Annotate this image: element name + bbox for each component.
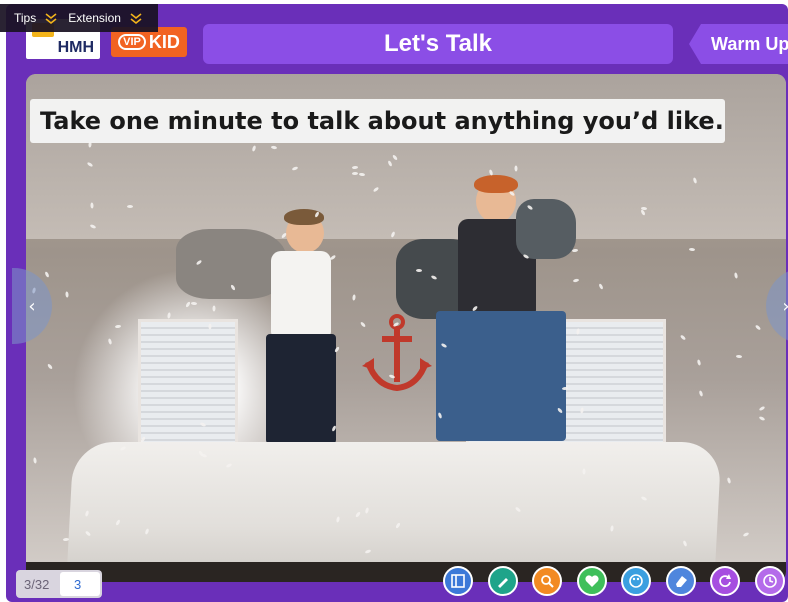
pen-icon — [497, 578, 508, 588]
vipkid-badge: VIP — [118, 34, 146, 50]
page-counter: 3/32 3 — [16, 570, 102, 598]
slide-photo — [26, 74, 786, 582]
feather — [212, 305, 217, 312]
feather — [689, 247, 696, 251]
feather — [742, 531, 749, 537]
kid-left — [176, 209, 346, 449]
feather — [755, 324, 762, 331]
feather — [191, 301, 198, 305]
slide-prompt: Take one minute to talk about anything y… — [30, 99, 725, 143]
feather — [167, 312, 171, 319]
heart-icon — [584, 575, 599, 587]
slide-prompt-text: Take one minute to talk about anything y… — [40, 107, 724, 135]
kid-right-pants — [436, 311, 566, 441]
tool-dock — [443, 566, 785, 598]
feather — [207, 323, 212, 330]
feather — [47, 363, 54, 370]
tips-button[interactable]: Tips — [14, 11, 58, 25]
section-tag-text: Warm Up — [711, 33, 788, 54]
lesson-frame: HMH VIP KID Let's Talk Warm Up Take one … — [6, 4, 788, 602]
feather — [735, 354, 743, 359]
kid-left-shirt — [271, 251, 331, 336]
feather — [90, 202, 94, 209]
feather — [697, 359, 702, 366]
layout-tool-button[interactable] — [443, 566, 473, 596]
extension-button[interactable]: Extension — [68, 11, 143, 25]
refresh-icon — [719, 574, 731, 587]
feather — [598, 283, 604, 291]
timer-tool-button[interactable] — [754, 566, 785, 596]
eraser-icon — [675, 576, 687, 587]
feather — [359, 172, 366, 177]
feather — [698, 389, 704, 397]
feather — [513, 165, 518, 172]
clock-icon — [762, 574, 777, 588]
chevron-left-icon: ‹ — [28, 295, 36, 317]
chevron-down-icon — [130, 13, 142, 25]
vipkid-logo-text: KID — [148, 31, 180, 52]
feather — [115, 324, 122, 329]
tips-toolbar: Tips Extension — [0, 4, 158, 32]
photo-bed — [66, 442, 722, 582]
hmh-logo-text: HMH — [57, 39, 94, 56]
section-tag: Warm Up — [689, 24, 788, 64]
feather — [33, 457, 38, 464]
lesson-title: Let's Talk — [203, 24, 673, 64]
feather — [571, 248, 578, 253]
feather — [127, 204, 134, 208]
feather — [733, 271, 738, 279]
layout-icon — [451, 574, 465, 588]
page-counter-label: 3/32 — [24, 576, 50, 592]
palette-tool-button[interactable] — [621, 566, 651, 596]
extension-label: Extension — [68, 11, 121, 25]
page-number-input[interactable]: 3 — [60, 572, 100, 596]
pen-tool-button[interactable] — [487, 566, 518, 596]
photo-window-left — [138, 319, 238, 459]
magnifier-tool-button[interactable] — [532, 566, 562, 596]
feather — [44, 271, 50, 279]
pillow-right-2 — [516, 199, 576, 259]
chevron-down-icon — [45, 13, 57, 25]
lesson-title-text: Let's Talk — [384, 30, 492, 57]
feather — [726, 477, 732, 484]
kid-left-pants — [266, 334, 336, 444]
feather — [107, 337, 112, 345]
feather — [680, 334, 687, 342]
chevron-right-icon: › — [782, 296, 788, 317]
tips-label: Tips — [14, 11, 37, 25]
palette-icon — [629, 574, 643, 588]
feather — [758, 405, 765, 412]
feather — [352, 294, 357, 301]
magnifier-icon — [541, 575, 554, 588]
sticker-tool-button[interactable] — [576, 566, 607, 596]
eraser-tool-button[interactable] — [665, 566, 696, 596]
reset-tool-button[interactable] — [710, 566, 740, 596]
feather — [65, 291, 70, 298]
feather — [758, 416, 766, 422]
